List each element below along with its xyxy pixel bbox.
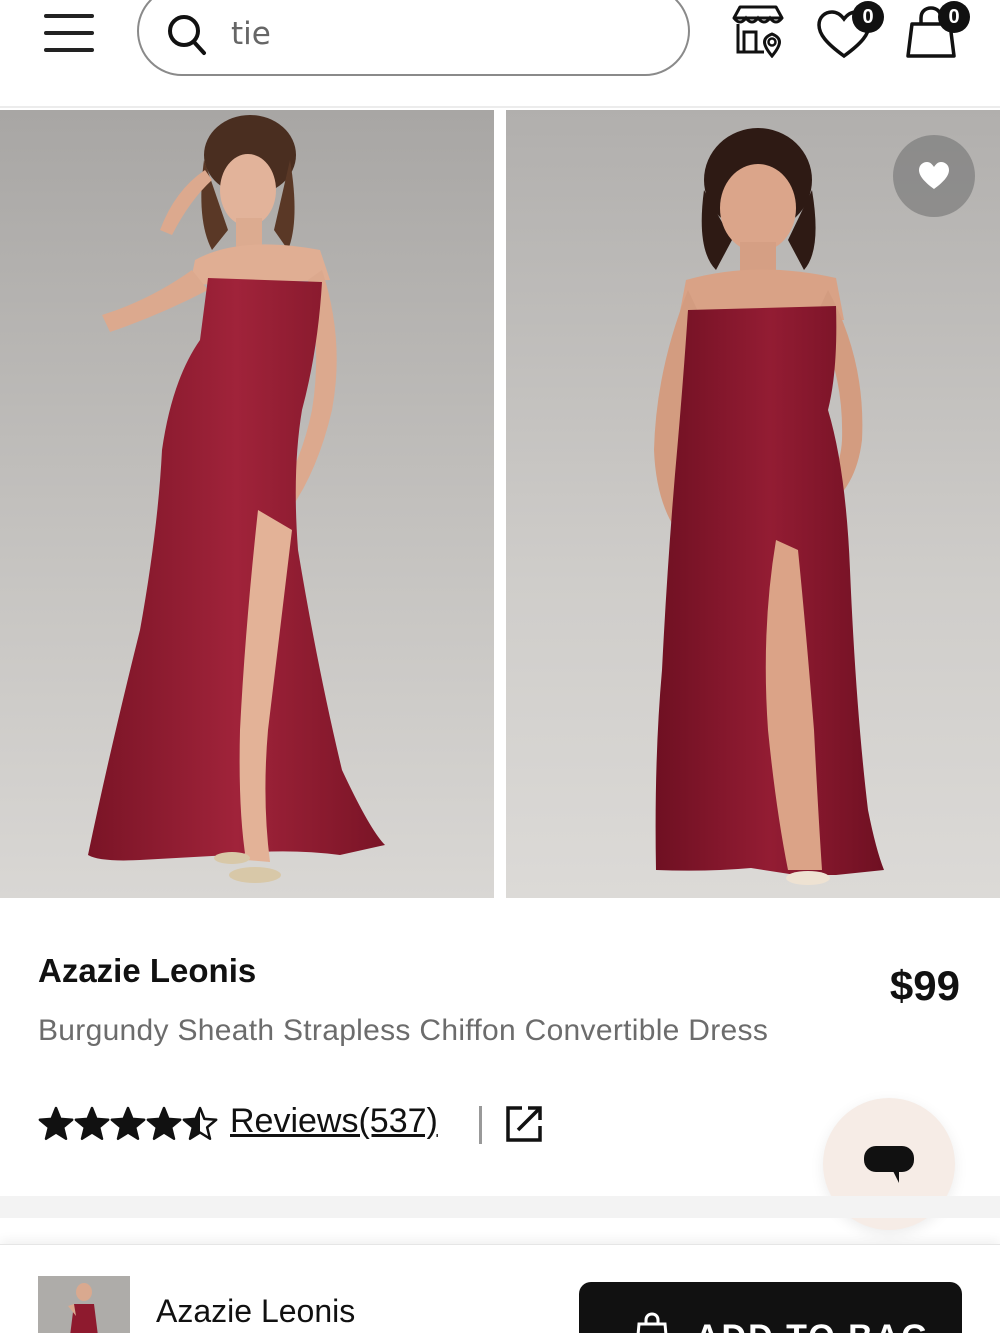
divider [479, 1106, 482, 1144]
chat-icon [864, 1146, 914, 1183]
bag-count-badge: 0 [938, 1, 970, 33]
search-icon [168, 15, 206, 55]
wishlist-count-badge: 0 [852, 1, 884, 33]
star-icon [39, 1108, 73, 1139]
search-input[interactable] [231, 14, 651, 54]
product-price: $99 [889, 962, 960, 1009]
top-header: 0 0 [0, 0, 1000, 108]
favorite-button[interactable] [893, 135, 975, 217]
reviews-link[interactable]: Reviews(537) [230, 1102, 438, 1141]
star-icon [147, 1108, 181, 1139]
bag-icon [636, 1312, 668, 1333]
product-image-2[interactable] [506, 110, 1000, 898]
product-thumbnail [38, 1276, 130, 1333]
rating-row: Reviews(537) [38, 1102, 558, 1146]
star-icon [111, 1108, 145, 1139]
product-image-1[interactable] [0, 110, 494, 898]
sticky-add-bar: Azazie Leonis ADD TO BAG [0, 1244, 1000, 1333]
product-title: Burgundy Sheath Strapless Chiffon Conver… [38, 1014, 769, 1047]
section-separator [0, 1196, 1000, 1218]
sticky-brand: Azazie Leonis [156, 1293, 356, 1329]
add-to-bag-button[interactable]: ADD TO BAG [579, 1282, 962, 1333]
add-to-bag-label: ADD TO BAG [695, 1318, 930, 1333]
rating-stars [38, 1106, 218, 1140]
star-icon [75, 1108, 109, 1139]
product-brand: Azazie Leonis [38, 952, 257, 989]
store-locator-icon[interactable] [728, 4, 788, 58]
heart-icon [919, 162, 949, 189]
search-bar[interactable] [137, 0, 690, 76]
menu-icon[interactable] [42, 12, 96, 56]
share-icon[interactable] [504, 1104, 544, 1144]
